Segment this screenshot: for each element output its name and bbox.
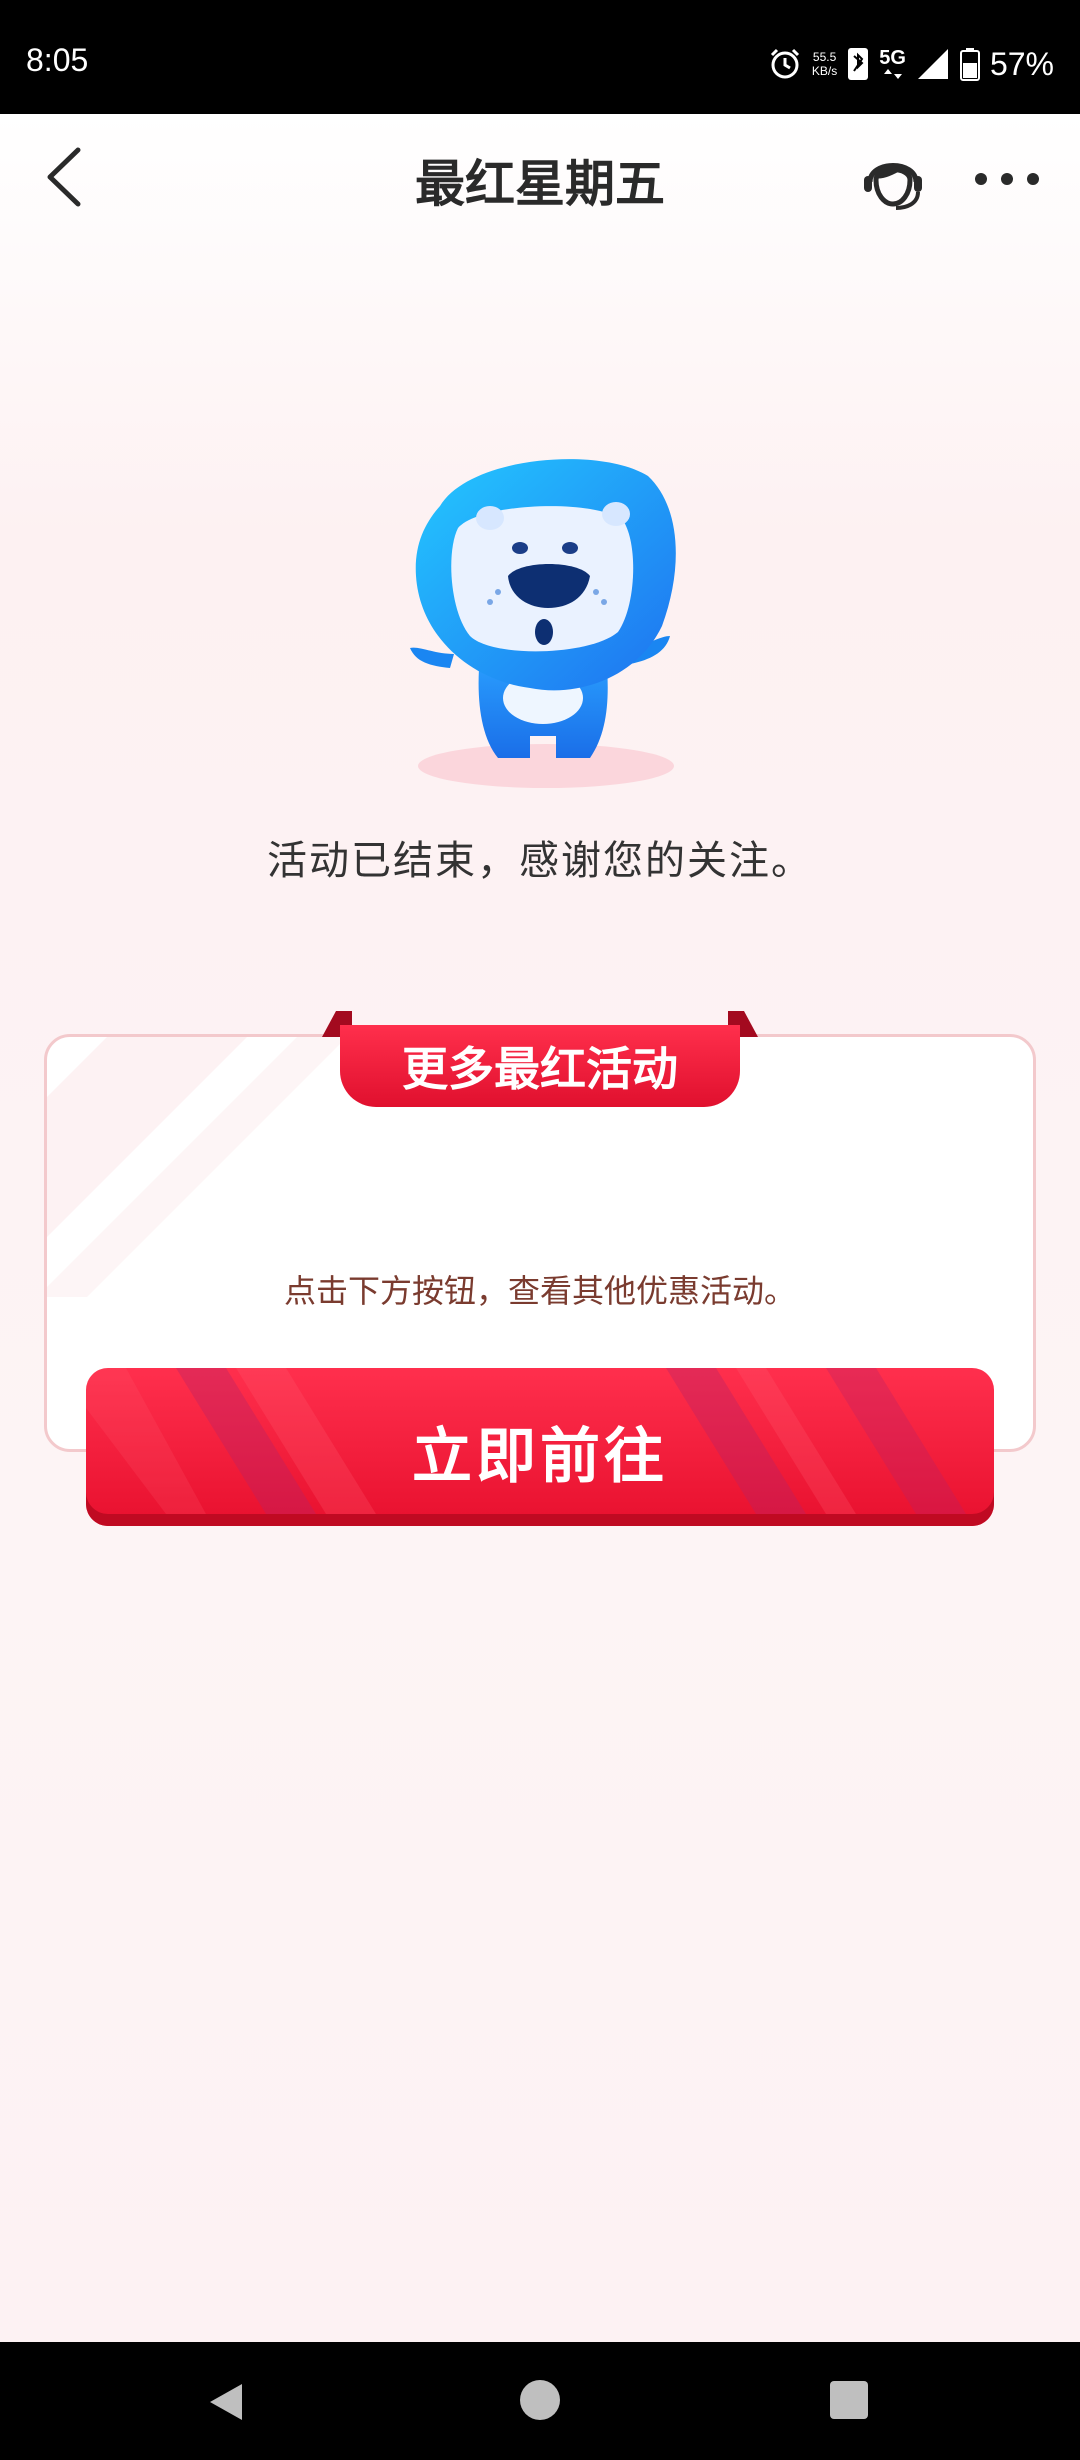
alarm-icon — [770, 48, 799, 79]
go-now-button[interactable]: 立即前往 — [86, 1368, 994, 1526]
page: 最红星期五 活动已结束，感谢您的关注。 更多最红活动 点击下方按钮，查看其他优惠… — [0, 114, 1080, 2342]
net-speed-unit: KB/s — [811, 64, 838, 78]
event-ended-message: 活动已结束，感谢您的关注。 — [267, 838, 813, 884]
status-icons: 55.5 KB/s 5G 57% — [768, 44, 1054, 84]
go-now-button-label: 立即前往 — [412, 1422, 668, 1492]
signal-icon — [917, 49, 948, 79]
status-bar: 8:05 55.5 KB/s 5G 57% — [0, 0, 1080, 114]
nav-back-icon[interactable] — [204, 2380, 248, 2424]
system-nav-bar — [0, 2342, 1080, 2460]
network-type-label: 5G — [879, 47, 906, 69]
ribbon-title: 更多最红活动 — [402, 1042, 678, 1096]
network-type: 5G — [879, 48, 906, 80]
bluetooth-badge-icon — [848, 48, 869, 80]
battery-percent: 57% — [989, 45, 1054, 82]
battery-icon — [959, 48, 980, 81]
nav-recent-apps-icon[interactable] — [830, 2381, 868, 2419]
status-time: 8:05 — [26, 42, 89, 78]
nav-home-icon[interactable] — [520, 2380, 560, 2420]
net-speed: 55.5 KB/s — [812, 50, 837, 78]
card-subtitle: 点击下方按钮，查看其他优惠活动。 — [283, 1272, 796, 1310]
customer-service-icon[interactable] — [858, 144, 928, 214]
data-arrows-icon — [883, 69, 902, 79]
more-options-icon[interactable] — [972, 168, 1042, 190]
mascot-illustration — [410, 459, 676, 788]
net-speed-value: 55.5 — [812, 50, 837, 64]
app-header: 最红星期五 — [0, 114, 1080, 242]
